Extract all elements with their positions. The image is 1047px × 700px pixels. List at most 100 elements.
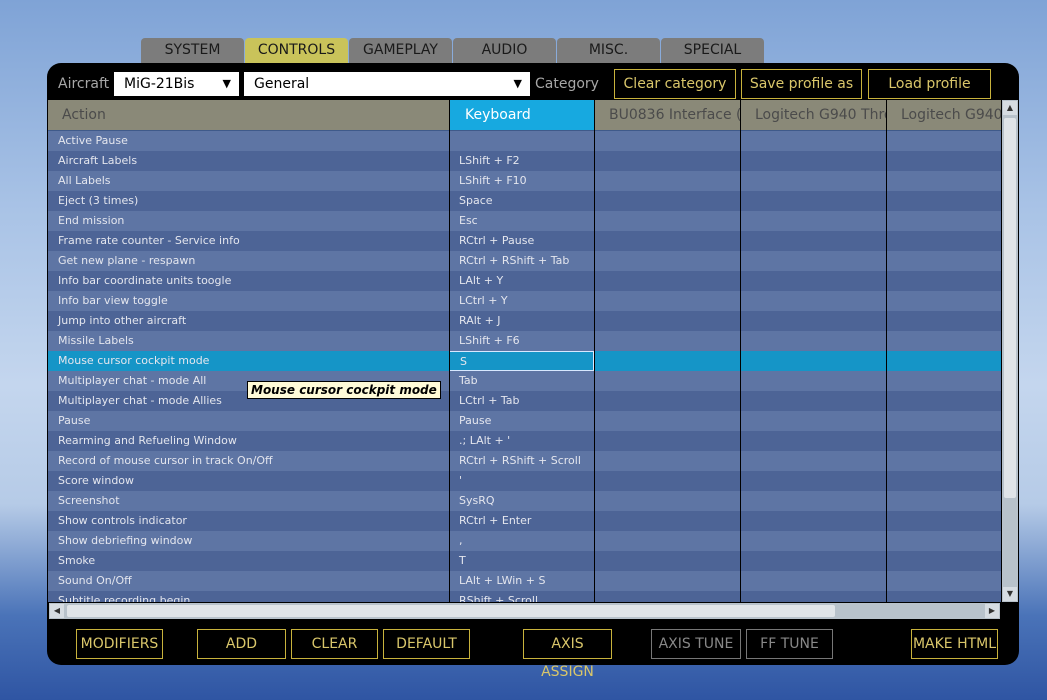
table-row[interactable]: Get new plane - respawn RCtrl + RShift + … <box>48 251 1001 271</box>
scroll-left-icon[interactable]: ◀ <box>50 604 64 618</box>
keyboard-cell[interactable]: RShift + Scroll <box>449 591 594 602</box>
action-cell: Frame rate counter - Service info <box>58 234 240 247</box>
axis-assign-button[interactable]: AXIS ASSIGN <box>523 629 612 680</box>
tab-special[interactable]: SPECIAL <box>661 38 764 63</box>
horizontal-scroll-thumb[interactable] <box>67 605 835 617</box>
table-row[interactable]: Score window ' <box>48 471 1001 491</box>
ff-tune-button[interactable]: FF TUNE <box>746 629 833 659</box>
tab-misc[interactable]: MISC. <box>557 38 660 63</box>
add-button[interactable]: ADD <box>197 629 286 659</box>
keyboard-cell[interactable]: Space <box>449 191 594 211</box>
keyboard-cell[interactable]: RAlt + J <box>449 311 594 331</box>
scroll-down-icon[interactable]: ▼ <box>1003 587 1017 601</box>
column-header-g940-throttle[interactable]: Logitech G940 Throt <box>741 100 886 130</box>
chevron-down-icon: ▼ <box>513 77 522 90</box>
table-row[interactable]: Sound On/Off LAlt + LWin + S <box>48 571 1001 591</box>
table-row[interactable]: Screenshot SysRQ <box>48 491 1001 511</box>
action-cell: Show controls indicator <box>58 514 187 527</box>
tab-controls[interactable]: CONTROLS <box>245 38 348 63</box>
scroll-right-icon[interactable]: ▶ <box>985 604 999 618</box>
table-row[interactable]: Info bar view toggle LCtrl + Y <box>48 291 1001 311</box>
keyboard-cell[interactable] <box>449 131 594 151</box>
action-cell: Smoke <box>58 554 96 567</box>
table-row[interactable]: Active Pause <box>48 131 1001 151</box>
table-row[interactable]: Aircraft Labels LShift + F2 <box>48 151 1001 171</box>
keyboard-cell[interactable]: , <box>449 531 594 551</box>
table-row[interactable]: Pause Pause <box>48 411 1001 431</box>
table-row[interactable]: End mission Esc <box>48 211 1001 231</box>
table-row[interactable]: Subtitle recording begin RShift + Scroll <box>48 591 1001 602</box>
make-html-button[interactable]: MAKE HTML <box>911 629 998 659</box>
keyboard-cell[interactable]: RCtrl + Enter <box>449 511 594 531</box>
tab-system[interactable]: SYSTEM <box>141 38 244 63</box>
keyboard-cell[interactable]: Pause <box>449 411 594 431</box>
keyboard-cell[interactable]: LCtrl + Y <box>449 291 594 311</box>
table-header: Action Keyboard BU0836 Interface (4 Logi… <box>48 100 1001 130</box>
keyboard-cell[interactable]: LCtrl + Tab <box>449 391 594 411</box>
tab-gameplay[interactable]: GAMEPLAY <box>349 38 452 63</box>
table-row[interactable]: Record of mouse cursor in track On/Off RC… <box>48 451 1001 471</box>
column-header-keyboard[interactable]: Keyboard <box>449 100 594 130</box>
keyboard-cell[interactable]: ' <box>449 471 594 491</box>
keyboard-cell[interactable]: SysRQ <box>449 491 594 511</box>
keyboard-cell[interactable]: T <box>449 551 594 571</box>
table-row[interactable]: Multiplayer chat - mode All Tab <box>48 371 1001 391</box>
table-row[interactable]: Multiplayer chat - mode Allies LCtrl + Ta… <box>48 391 1001 411</box>
action-cell: Eject (3 times) <box>58 194 139 207</box>
table-row[interactable]: All Labels LShift + F10 <box>48 171 1001 191</box>
clear-button[interactable]: CLEAR <box>291 629 378 659</box>
keyboard-cell[interactable]: RCtrl + Pause <box>449 231 594 251</box>
keyboard-cell[interactable]: LAlt + LWin + S <box>449 571 594 591</box>
keyboard-cell[interactable]: LAlt + Y <box>449 271 594 291</box>
scroll-up-icon[interactable]: ▲ <box>1003 101 1017 115</box>
column-divider <box>449 100 450 602</box>
action-cell: End mission <box>58 214 125 227</box>
table-row[interactable]: Info bar coordinate units toogle LAlt + Y <box>48 271 1001 291</box>
vertical-scrollbar[interactable]: ▲ ▼ <box>1002 100 1018 602</box>
keyboard-cell[interactable]: Tab <box>449 371 594 391</box>
action-cell: All Labels <box>58 174 111 187</box>
aircraft-label: Aircraft <box>58 76 110 92</box>
clear-category-button[interactable]: Clear category <box>614 69 736 99</box>
keyboard-cell[interactable]: LShift + F2 <box>449 151 594 171</box>
save-profile-button[interactable]: Save profile as <box>741 69 862 99</box>
column-header-action[interactable]: Action <box>48 100 449 130</box>
modifiers-button[interactable]: MODIFIERS <box>76 629 163 659</box>
table-row[interactable]: Mouse cursor cockpit mode S <box>48 351 1001 371</box>
table-row[interactable]: Show controls indicator RCtrl + Enter <box>48 511 1001 531</box>
keyboard-cell[interactable]: S <box>449 351 594 371</box>
axis-tune-button[interactable]: AXIS TUNE <box>651 629 741 659</box>
default-button[interactable]: DEFAULT <box>383 629 470 659</box>
action-cell: Mouse cursor cockpit mode <box>58 354 210 367</box>
horizontal-scrollbar[interactable]: ◀ ▶ <box>49 603 1000 619</box>
keyboard-cell[interactable]: LShift + F10 <box>449 171 594 191</box>
bindings-table: Action Keyboard BU0836 Interface (4 Logi… <box>48 100 1001 602</box>
column-header-g940[interactable]: Logitech G940 <box>887 100 1001 130</box>
vertical-scroll-thumb[interactable] <box>1004 118 1016 498</box>
action-cell: Record of mouse cursor in track On/Off <box>58 454 273 467</box>
table-row[interactable]: Eject (3 times) Space <box>48 191 1001 211</box>
tab-audio[interactable]: AUDIO <box>453 38 556 63</box>
table-row[interactable]: Rearming and Refueling Window .; LAlt + ' <box>48 431 1001 451</box>
aircraft-select-value: MiG-21Bis <box>124 76 195 92</box>
table-row[interactable]: Frame rate counter - Service info RCtrl +… <box>48 231 1001 251</box>
table-row[interactable]: Missile Labels LShift + F6 <box>48 331 1001 351</box>
aircraft-select[interactable]: MiG-21Bis ▼ <box>114 72 239 96</box>
action-cell: Aircraft Labels <box>58 154 138 167</box>
table-row[interactable]: Smoke T <box>48 551 1001 571</box>
column-header-bu0836[interactable]: BU0836 Interface (4 <box>595 100 740 130</box>
action-cell: Score window <box>58 474 135 487</box>
keyboard-cell[interactable]: Esc <box>449 211 594 231</box>
table-row[interactable]: Jump into other aircraft RAlt + J <box>48 311 1001 331</box>
action-cell: Jump into other aircraft <box>58 314 187 327</box>
action-cell: Missile Labels <box>58 334 134 347</box>
keyboard-cell[interactable]: .; LAlt + ' <box>449 431 594 451</box>
keyboard-cell[interactable]: RCtrl + RShift + Tab <box>449 251 594 271</box>
keyboard-cell[interactable]: LShift + F6 <box>449 331 594 351</box>
table-row[interactable]: Show debriefing window, <box>48 531 1001 551</box>
action-cell: Rearming and Refueling Window <box>58 434 237 447</box>
category-select[interactable]: General ▼ <box>244 72 530 96</box>
action-cell: Screenshot <box>58 494 120 507</box>
load-profile-button[interactable]: Load profile <box>868 69 991 99</box>
keyboard-cell[interactable]: RCtrl + RShift + Scroll <box>449 451 594 471</box>
